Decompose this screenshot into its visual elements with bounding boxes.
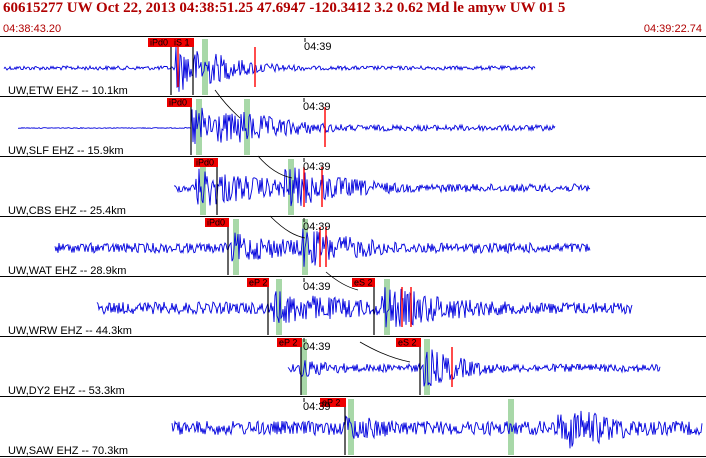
time-tick-label: 04:39 — [303, 221, 331, 233]
trace-panel-3[interactable]: iPd0 04:39 UW,WAT EHZ -- 28.9km — [0, 218, 706, 278]
time-tick-label: 04:39 — [303, 161, 331, 173]
waveform-trace — [96, 287, 633, 328]
station-label: UW,WAT EHZ -- 28.9km — [8, 265, 126, 277]
pick-label: eS 2 — [354, 278, 373, 288]
seismogram-panel[interactable]: iPd0 iS 1 04:39 UW,ETW EHZ -- 10.1km iPd0 04:… — [0, 0, 706, 458]
trace-panel-5[interactable]: eP 2 eS 2 04:39 UW,DY2 EHZ -- 53.3km — [0, 338, 706, 398]
pick-label: iPd0 — [150, 38, 168, 48]
time-tick-label: 04:39 — [303, 281, 331, 293]
pick-label: eP 2 — [279, 338, 297, 348]
waveform-trace — [54, 228, 591, 267]
waveform-trace — [287, 349, 661, 387]
station-label: UW,WRW EHZ -- 44.3km — [8, 325, 132, 337]
arrival-marker-band — [424, 339, 430, 395]
time-tick-label: 04:39 — [303, 341, 331, 353]
station-label: UW,DY2 EHZ -- 53.3km — [8, 385, 125, 397]
station-label: UW,SAW EHZ -- 70.3km — [8, 445, 128, 457]
pick-label: iS 1 — [174, 38, 190, 48]
trace-panel-0[interactable]: iPd0 iS 1 04:39 UW,ETW EHZ -- 10.1km — [0, 38, 706, 98]
arrival-marker-band — [348, 399, 354, 455]
time-tick-label: 04:39 — [303, 401, 331, 413]
trace-panel-6[interactable]: eP 204:39UW,SAW EHZ -- 70.3km — [0, 398, 706, 458]
pick-label: iPd0 — [207, 218, 225, 228]
waveform-trace — [171, 410, 703, 449]
station-label: UW,SLF EHZ -- 15.9km — [8, 145, 124, 157]
pick-label: iPd0 — [196, 158, 214, 168]
trace-panel-4[interactable]: eP 2 eS 2 04:39 UW,WRW EHZ -- 44.3km — [0, 278, 706, 338]
time-tick-label: 04:39 — [303, 101, 331, 113]
time-tick-label: 04:39 — [304, 41, 332, 53]
pick-label: eS 2 — [398, 338, 417, 348]
waveform-trace — [17, 107, 556, 145]
waveform-trace — [173, 167, 591, 207]
trace-panel-2[interactable]: iPd0 04:39 UW,CBS EHZ -- 25.4km — [0, 158, 706, 218]
pick-label: eP 2 — [249, 278, 267, 288]
station-label: UW,ETW EHZ -- 10.1km — [8, 85, 128, 97]
trace-panel-1[interactable]: iPd0 04:39 UW,SLF EHZ -- 15.9km — [0, 98, 706, 158]
station-label: UW,CBS EHZ -- 25.4km — [8, 205, 126, 217]
pick-label: iPd0 — [169, 98, 187, 108]
